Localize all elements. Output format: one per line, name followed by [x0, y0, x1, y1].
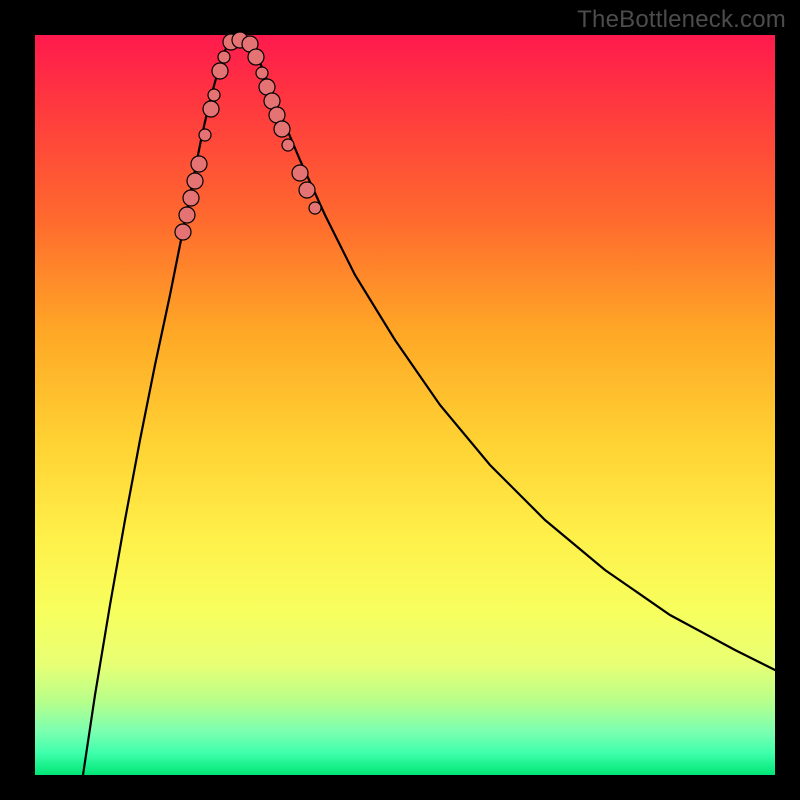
bead-marker [191, 156, 207, 172]
bead-marker [299, 182, 315, 198]
bead-marker [187, 173, 203, 189]
bead-marker [218, 51, 230, 63]
bead-marker [282, 139, 294, 151]
curve-layer [35, 35, 775, 775]
curve-right-branch [249, 40, 775, 670]
plot-area [35, 35, 775, 775]
bead-marker [309, 202, 321, 214]
bead-marker [183, 190, 199, 206]
bead-marker [179, 207, 195, 223]
bead-marker [203, 101, 219, 117]
watermark-text: TheBottleneck.com [577, 6, 786, 34]
bead-marker [274, 121, 290, 137]
chart-frame: TheBottleneck.com [0, 0, 800, 800]
bead-marker [208, 89, 220, 101]
bead-marker [199, 129, 211, 141]
curve-left-branch [83, 40, 230, 775]
bead-marker [292, 165, 308, 181]
bead-marker [212, 63, 228, 79]
bead-marker [256, 67, 268, 79]
bead-marker [175, 224, 191, 240]
bead-marker [248, 49, 264, 65]
beads-group [175, 32, 321, 240]
